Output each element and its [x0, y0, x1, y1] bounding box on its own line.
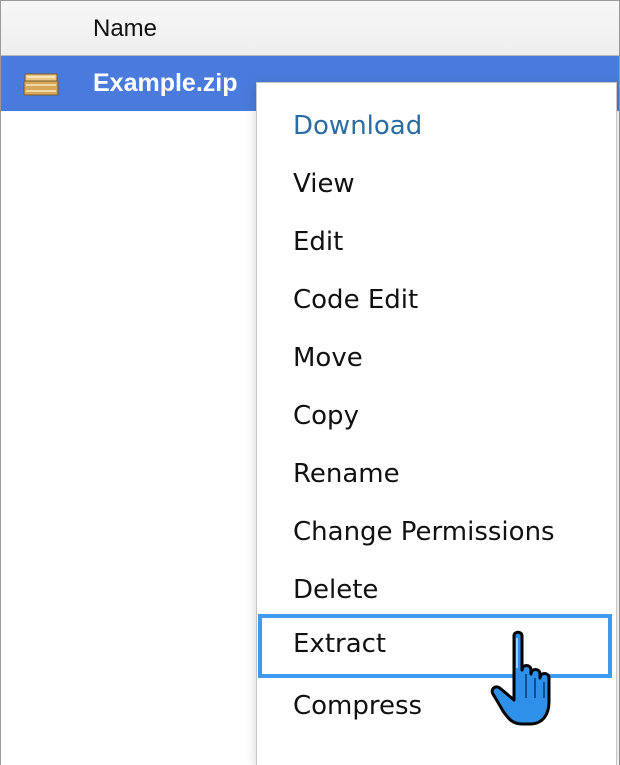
menu-item-edit[interactable]: Edit: [257, 214, 616, 272]
menu-item-label: View: [293, 169, 355, 199]
menu-item-code-edit[interactable]: Code Edit: [257, 272, 616, 330]
menu-item-move[interactable]: Move: [257, 330, 616, 388]
table-header: Name: [1, 1, 619, 56]
file-name[interactable]: Example.zip: [93, 69, 238, 98]
menu-item-download[interactable]: Download: [257, 98, 616, 156]
menu-item-label: Rename: [293, 459, 400, 489]
menu-item-label: Copy: [293, 401, 359, 431]
archive-icon: [23, 73, 59, 96]
menu-item-copy[interactable]: Copy: [257, 388, 616, 446]
menu-item-change-permissions[interactable]: Change Permissions: [257, 504, 616, 562]
menu-item-rename[interactable]: Rename: [257, 446, 616, 504]
menu-item-label: Compress: [293, 691, 423, 721]
menu-item-label: Change Permissions: [293, 517, 555, 547]
hand-pointer-icon: [490, 630, 551, 726]
menu-item-label: Move: [293, 343, 363, 373]
menu-item-label: Delete: [293, 575, 379, 605]
menu-item-label: Edit: [293, 227, 344, 257]
menu-item-view[interactable]: View: [257, 156, 616, 214]
menu-item-label: Code Edit: [293, 285, 419, 315]
column-header-name[interactable]: Name: [93, 15, 157, 43]
menu-item-label: Download: [293, 111, 423, 141]
menu-item-delete[interactable]: Delete: [257, 562, 616, 620]
menu-item-label: Extract: [293, 629, 387, 659]
